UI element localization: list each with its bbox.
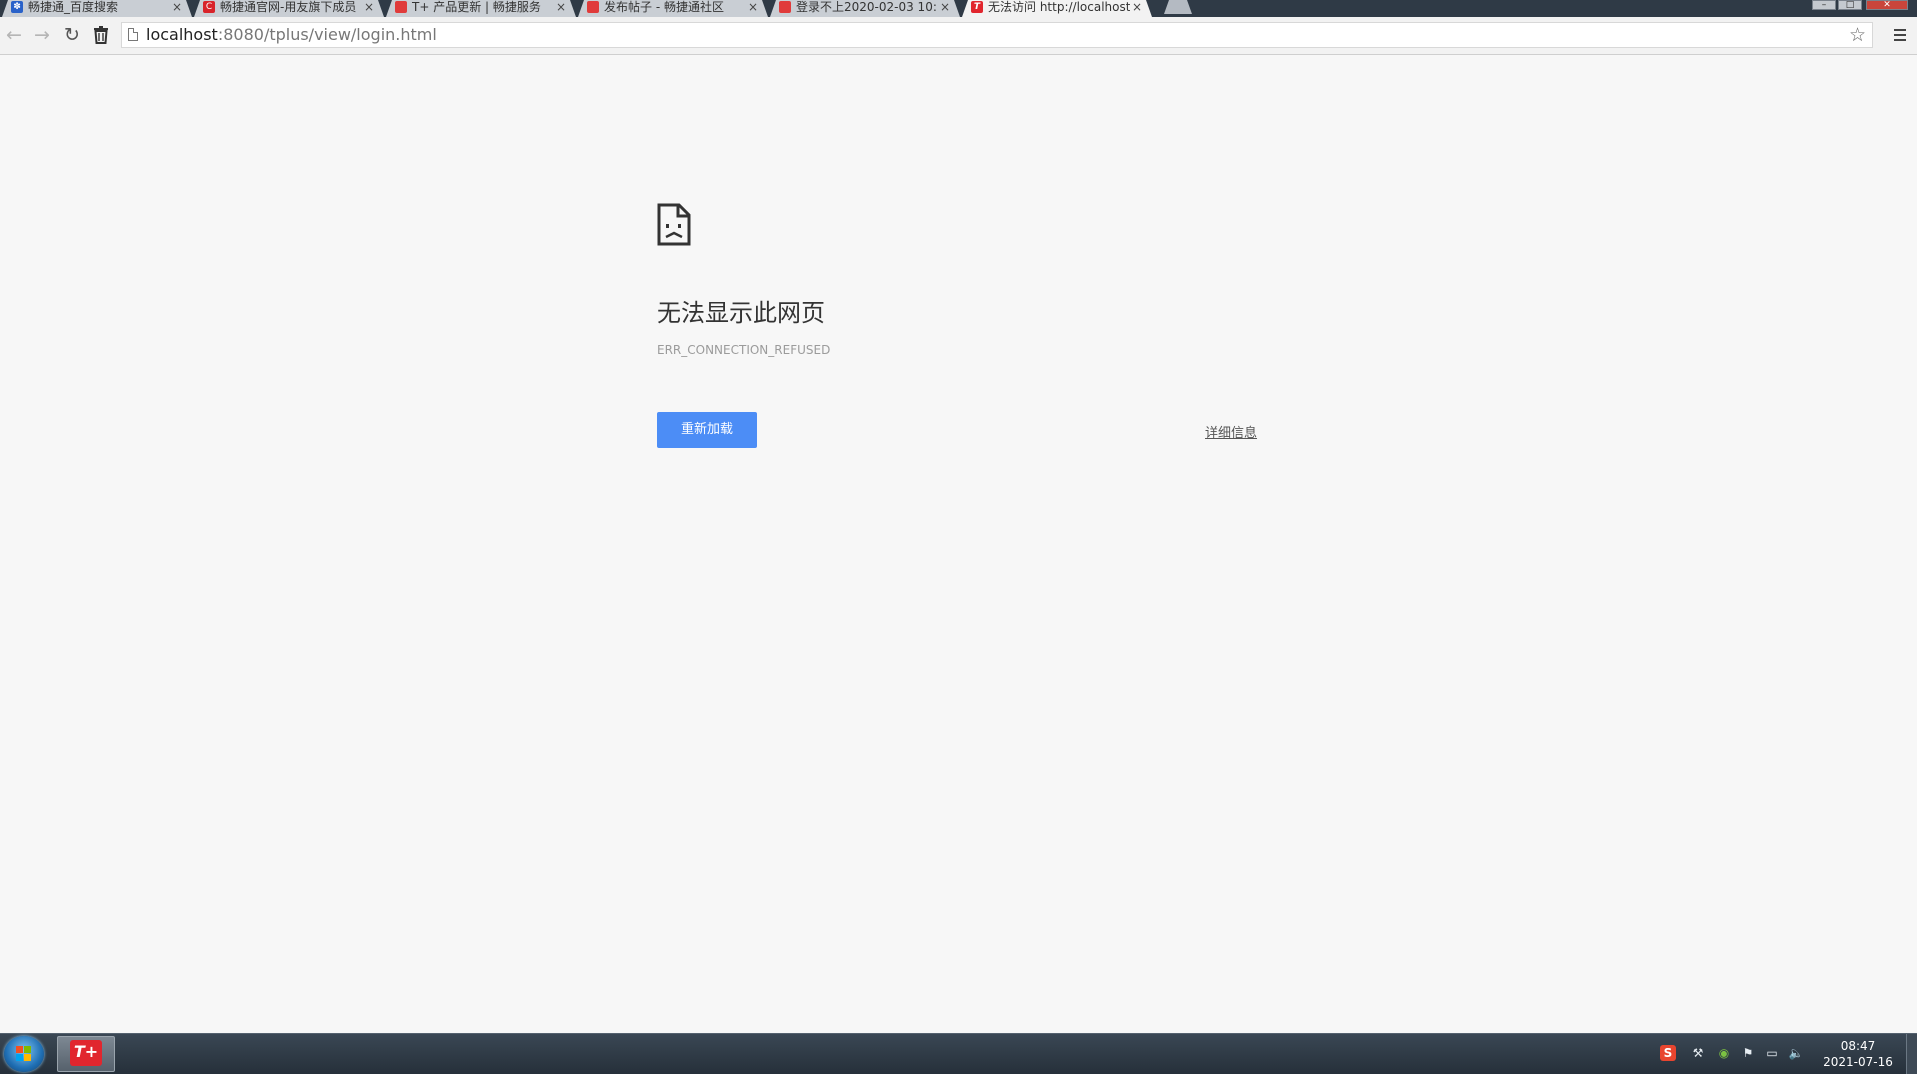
nvidia-icon[interactable]: ◉: [1716, 1045, 1732, 1061]
tab-title: 畅捷通_百度搜索: [28, 0, 119, 14]
page-icon: [128, 28, 138, 41]
window-close-button[interactable]: ✕: [1866, 0, 1908, 10]
forward-arrow-icon: →: [34, 24, 50, 46]
clock-date: 2021-07-16: [1823, 1055, 1893, 1069]
tab-chanjet-official[interactable]: C 畅捷通官网-用友旗下成员 ×: [194, 0, 384, 17]
reload-button[interactable]: 重新加载: [657, 412, 757, 448]
tab-close-icon[interactable]: ×: [364, 0, 374, 14]
details-link[interactable]: 详细信息: [1205, 422, 1257, 441]
tab-baidu-search[interactable]: ✽ 畅捷通_百度搜索 ×: [2, 0, 192, 17]
tab-close-icon[interactable]: ×: [556, 0, 566, 14]
error-code: ERR_CONNECTION_REFUSED: [657, 343, 831, 357]
start-button[interactable]: [4, 1036, 44, 1072]
trash-button[interactable]: [88, 22, 114, 48]
tplus-icon: T: [971, 1, 983, 13]
volume-icon[interactable]: 🔈: [1788, 1045, 1804, 1061]
tab-strip: ✽ 畅捷通_百度搜索 × C 畅捷通官网-用友旗下成员 × T+ 产品更新 | …: [0, 0, 1917, 17]
error-heading: 无法显示此网页: [657, 299, 825, 327]
reload-icon: ↻: [64, 24, 80, 46]
url-text[interactable]: localhost:8080/tplus/view/login.html: [146, 26, 437, 44]
browser-toolbar: ← → ↻ localhost:8080/tplus/view/login.ht…: [0, 17, 1917, 55]
new-tab-button[interactable]: [1164, 0, 1192, 14]
maximize-button[interactable]: □: [1838, 0, 1862, 10]
chanjet-icon: [395, 1, 407, 13]
action-center-flag-icon[interactable]: ⚑: [1740, 1045, 1756, 1061]
tab-close-icon[interactable]: ×: [172, 0, 182, 14]
back-button[interactable]: ←: [1, 22, 27, 48]
menu-bar: [1894, 34, 1906, 36]
tab-close-icon[interactable]: ×: [1132, 0, 1142, 14]
sogou-ime-icon[interactable]: S: [1660, 1045, 1676, 1061]
tplus-logo-icon: T+: [70, 1040, 102, 1066]
trash-icon: [94, 26, 108, 44]
menu-bar: [1894, 39, 1906, 41]
reload-toolbar-button[interactable]: ↻: [59, 22, 85, 48]
forward-button[interactable]: →: [29, 22, 55, 48]
taskbar-app-tplus[interactable]: T+: [57, 1036, 115, 1072]
tab-title: T+ 产品更新 | 畅捷服务: [412, 0, 541, 14]
clock-time: 08:47: [1840, 1039, 1876, 1053]
tab-title: 发布帖子 - 畅捷通社区: [604, 0, 724, 14]
tab-community-post[interactable]: 发布帖子 - 畅捷通社区 ×: [578, 0, 768, 17]
tab-title: 登录不上2020-02-03 10:: [796, 0, 937, 14]
show-desktop-button[interactable]: [1906, 1034, 1917, 1074]
address-bar[interactable]: localhost:8080/tplus/view/login.html ☆: [121, 22, 1873, 48]
paw-icon: ✽: [11, 1, 23, 13]
back-arrow-icon: ←: [6, 24, 22, 46]
tab-login-issue[interactable]: 登录不上2020-02-03 10: ×: [770, 0, 960, 17]
chanjet-icon: [587, 1, 599, 13]
tab-title: 畅捷通官网-用友旗下成员: [220, 0, 357, 14]
tab-close-icon[interactable]: ×: [748, 0, 758, 14]
menu-bar: [1894, 29, 1906, 31]
chanjet-icon: [779, 1, 791, 13]
sad-page-icon: [657, 203, 691, 246]
taskbar: T+ S ⚒ ◉ ⚑ ▭ 🔈 08:47 2021-07-16: [0, 1033, 1917, 1074]
minimize-button[interactable]: –: [1812, 0, 1836, 10]
url-host: localhost: [146, 25, 218, 44]
windows-logo-icon: [16, 1046, 32, 1062]
tab-title: 无法访问 http://localhost: [988, 0, 1130, 14]
network-icon[interactable]: ▭: [1764, 1045, 1780, 1061]
network-tool-icon[interactable]: ⚒: [1690, 1045, 1706, 1061]
system-clock[interactable]: 08:47 2021-07-16: [1810, 1038, 1906, 1070]
menu-button[interactable]: [1890, 24, 1910, 46]
tab-close-icon[interactable]: ×: [940, 0, 950, 14]
tab-product-update[interactable]: T+ 产品更新 | 畅捷服务 ×: [386, 0, 576, 17]
c-logo-icon: C: [203, 1, 215, 13]
url-path: :8080/tplus/view/login.html: [217, 25, 437, 44]
tab-localhost-error[interactable]: T 无法访问 http://localhost ×: [962, 0, 1152, 17]
bookmark-star-icon[interactable]: ☆: [1849, 24, 1866, 46]
